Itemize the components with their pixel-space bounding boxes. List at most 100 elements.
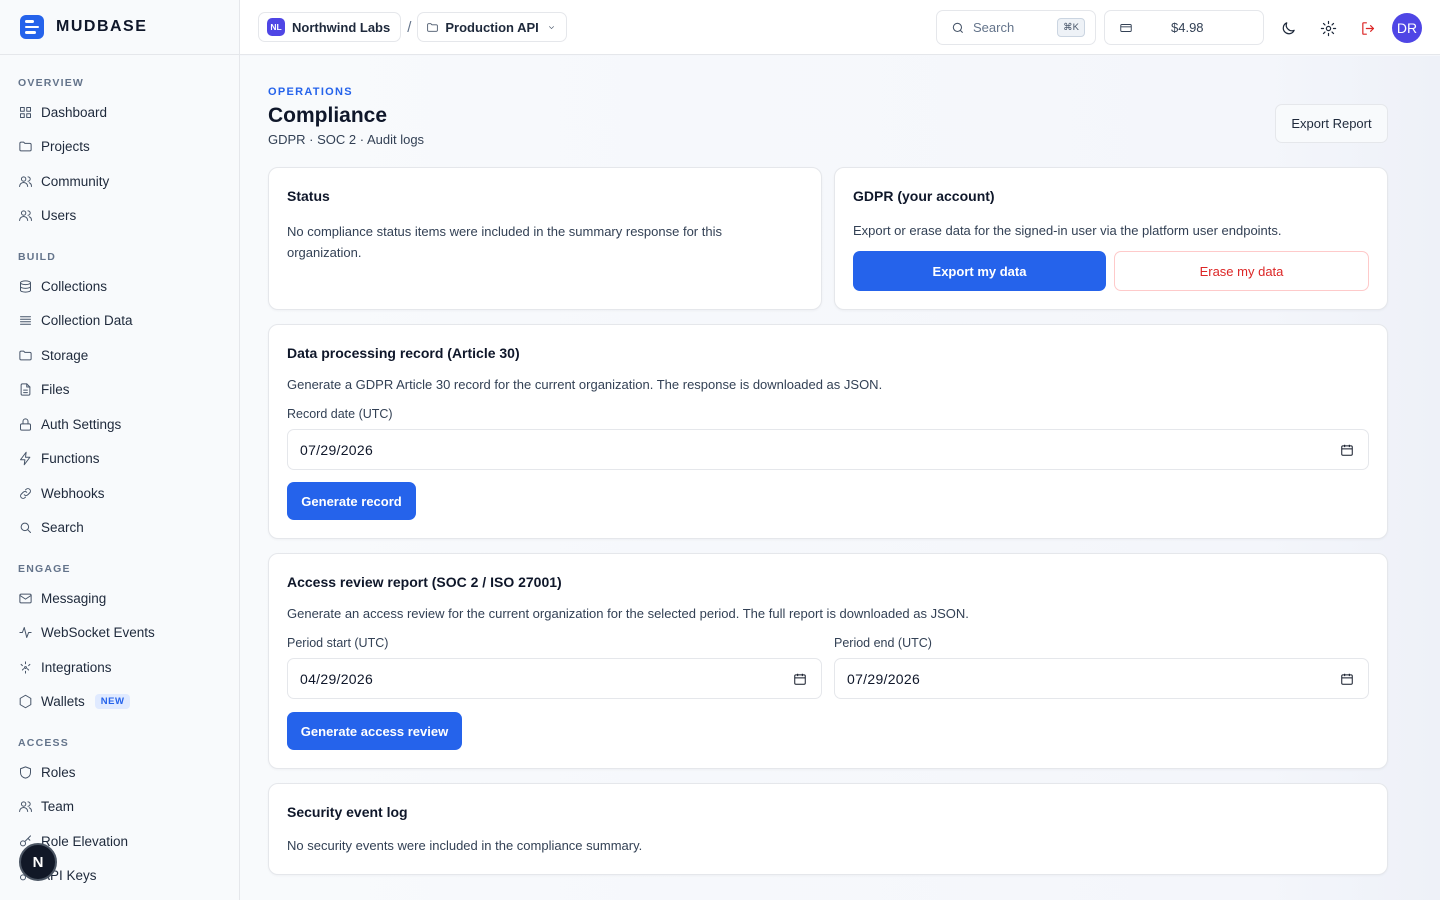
sidebar-item-label: Integrations (41, 659, 112, 675)
period-start-input[interactable]: 04/29/2026 (287, 658, 822, 699)
sidebar-item-label: Functions (41, 451, 100, 467)
folder-icon (427, 22, 439, 32)
calendar-icon[interactable] (793, 672, 807, 686)
breadcrumb-separator: / (407, 18, 412, 36)
nav-heading: BUILD (18, 251, 57, 263)
plug-icon (20, 661, 31, 674)
list-icon (20, 316, 31, 325)
export-my-data-button[interactable]: Export my data (853, 251, 1106, 291)
sidebar-item-label: Team (41, 799, 75, 815)
period-end-value: 07/29/2026 (847, 670, 921, 687)
sidebar-item-collection-data[interactable]: Collection Data (0, 304, 239, 339)
sidebar-item-label: WebSocket Events (41, 625, 155, 641)
brand[interactable]: MUDBASE (0, 0, 239, 55)
mail-icon (19, 593, 32, 604)
sidebar-item-community[interactable]: Community (0, 164, 239, 199)
sidebar-item-integrations[interactable]: Integrations (0, 650, 239, 685)
access-card-description: Generate an access review for the curren… (287, 606, 969, 621)
gdpr-card-description: Export or erase data for the signed-in u… (853, 223, 1282, 238)
file-icon (20, 383, 31, 396)
topbar: NL Northwind Labs / Production API Searc… (240, 0, 1440, 55)
security-card-title: Security event log (287, 804, 408, 820)
search-input[interactable]: Search ⌘K (936, 10, 1096, 45)
moon-icon (1282, 21, 1295, 34)
access-card-title: Access review report (SOC 2 / ISO 27001) (287, 574, 562, 590)
page-eyebrow: OPERATIONS (268, 86, 353, 98)
calendar-icon[interactable] (1340, 443, 1354, 457)
sidebar-item-wallets[interactable]: Wallets NEW (0, 685, 239, 720)
generate-record-button[interactable]: Generate record (287, 482, 416, 520)
sidebar-item-websocket-events[interactable]: WebSocket Events (0, 616, 239, 651)
status-card-message: No compliance status items were included… (287, 224, 722, 260)
sidebar-item-search[interactable]: Search (0, 511, 239, 546)
sidebar-item-messaging[interactable]: Messaging (0, 581, 239, 616)
sidebar-item-roles[interactable]: Roles (0, 755, 239, 790)
sidebar-item-label: Files (41, 382, 70, 398)
folder-icon (19, 141, 32, 152)
access-review-card: Access review report (SOC 2 / ISO 27001)… (268, 553, 1388, 769)
logout-icon (1361, 21, 1374, 35)
sidebar-item-label: Auth Settings (41, 416, 122, 432)
export-report-button[interactable]: Export Report (1275, 104, 1388, 143)
sidebar-item-label: Role Elevation (41, 833, 129, 849)
search-icon (20, 522, 31, 534)
hexagon-icon (19, 695, 32, 709)
database-icon (20, 280, 31, 293)
nav-section-engage: ENGAGE Messaging WebSocket Events Integrati… (0, 555, 239, 719)
erase-my-data-button[interactable]: Erase my data (1114, 251, 1369, 291)
sidebar-item-users[interactable]: Users (0, 199, 239, 234)
brand-logo-icon (20, 15, 44, 39)
sidebar-item-projects[interactable]: Projects (0, 130, 239, 165)
folder-icon (19, 350, 32, 361)
settings-button[interactable] (1314, 14, 1342, 42)
activity-icon (19, 627, 32, 639)
users-icon (19, 801, 32, 813)
logout-button[interactable] (1354, 14, 1382, 42)
project-switcher[interactable]: Production API (417, 12, 567, 42)
sidebar-item-functions[interactable]: Functions (0, 442, 239, 477)
status-card: Status No compliance status items were i… (268, 167, 822, 310)
calendar-icon[interactable] (1340, 672, 1354, 686)
user-avatar[interactable]: DR (1392, 13, 1422, 43)
sidebar-item-label: Wallets (41, 694, 85, 710)
status-card-title: Status (287, 188, 330, 204)
sidebar-nav: OVERVIEW Dashboard Projects Community Users B… (0, 55, 239, 893)
search-icon (952, 22, 964, 33)
generate-access-review-button[interactable]: Generate access review (287, 712, 462, 750)
sidebar-item-dashboard[interactable]: Dashboard (0, 95, 239, 130)
main-content: OPERATIONS Compliance GDPR · SOC 2 · Aud… (240, 56, 1440, 900)
record-date-label: Record date (UTC) (287, 407, 393, 421)
security-card-message: No security events were included in the … (287, 838, 643, 853)
sidebar-item-label: Search (41, 520, 84, 536)
page-title: Compliance (268, 104, 388, 127)
gear-icon (1320, 20, 1336, 36)
record-date-input[interactable]: 07/29/2026 (287, 429, 1369, 470)
dpr-card-title: Data processing record (Article 30) (287, 345, 520, 361)
sidebar-item-webhooks[interactable]: Webhooks (0, 476, 239, 511)
org-name: Northwind Labs (292, 19, 391, 35)
theme-toggle-button[interactable] (1274, 14, 1302, 42)
period-end-label: Period end (UTC) (834, 636, 932, 650)
sidebar-item-label: Collections (41, 278, 108, 294)
nav-heading: OVERVIEW (18, 77, 85, 89)
shield-icon (20, 766, 31, 779)
sidebar-item-storage[interactable]: Storage (0, 338, 239, 373)
sidebar: MUDBASE OVERVIEW Dashboard Projects Communi… (0, 0, 240, 900)
users-icon (19, 176, 32, 187)
sidebar-item-files[interactable]: Files (0, 373, 239, 408)
period-end-input[interactable]: 07/29/2026 (834, 658, 1369, 699)
sidebar-item-collections[interactable]: Collections (0, 269, 239, 304)
sidebar-item-label: Collection Data (41, 313, 133, 329)
org-switcher[interactable]: NL Northwind Labs (258, 12, 402, 42)
sidebar-item-label: Community (41, 173, 110, 189)
brand-name: MUDBASE (56, 18, 148, 35)
lock-icon (20, 418, 31, 431)
search-placeholder: Search (973, 20, 1015, 35)
nav-heading: ACCESS (18, 737, 69, 749)
sidebar-item-auth-settings[interactable]: Auth Settings (0, 407, 239, 442)
floating-n-badge[interactable]: N (19, 843, 57, 881)
sidebar-item-label: Projects (41, 139, 90, 155)
billing-balance-button[interactable]: $4.98 (1104, 10, 1264, 45)
sidebar-item-team[interactable]: Team (0, 790, 239, 825)
bolt-icon (20, 452, 31, 466)
